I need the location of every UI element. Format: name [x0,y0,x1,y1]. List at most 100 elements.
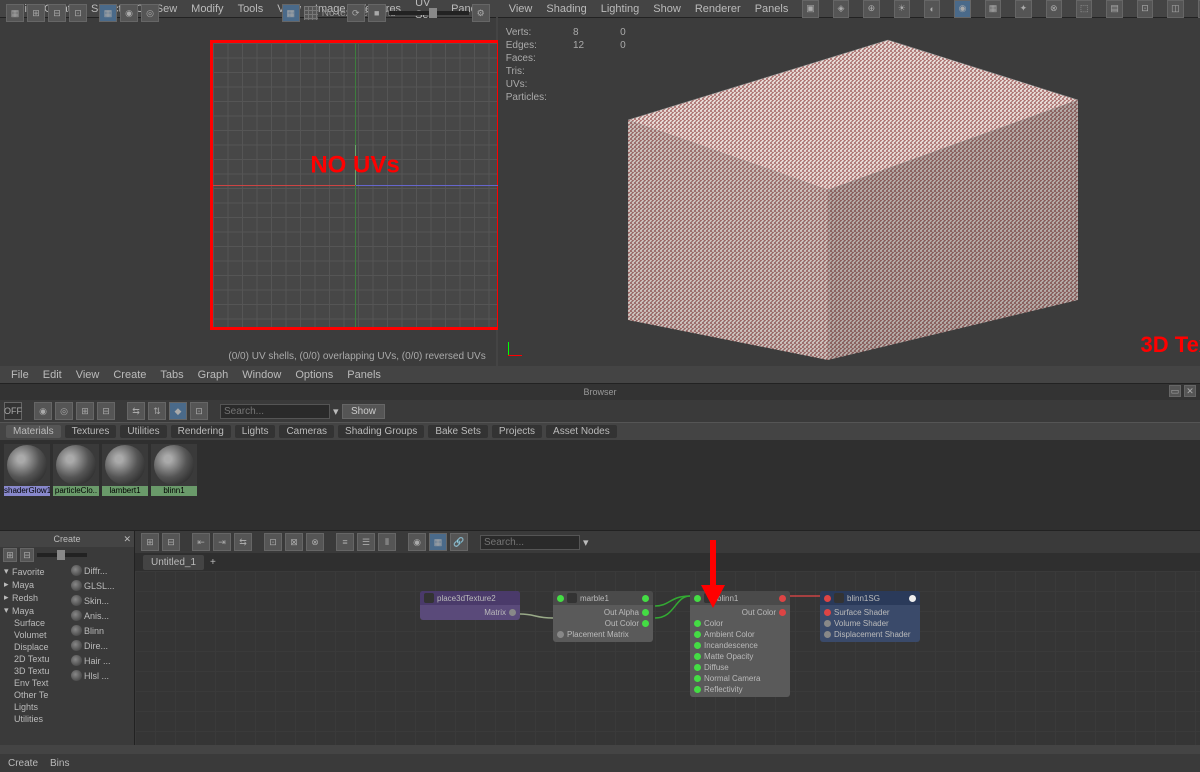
uv-tool-r1[interactable]: ⟳ [347,4,365,22]
g-ico-2[interactable]: ⊟ [162,533,180,551]
uv-tool-4[interactable]: ⊡ [69,4,87,22]
hs-ico-5[interactable]: ⇆ [127,402,145,420]
swatch-particlecloud[interactable]: particleClo.. [53,444,99,496]
hs-ico-3[interactable]: ⊞ [76,402,94,420]
uv-tool-dim[interactable]: ◉ [120,4,138,22]
hs-menu-options[interactable]: Options [295,369,333,381]
tree-lights[interactable]: Lights [12,701,67,713]
tab-textures[interactable]: Textures [65,425,117,438]
vp-ico-4[interactable]: ☀ [894,0,910,18]
vp-ico-1[interactable]: ▣ [802,0,818,18]
shader-diffr[interactable]: Diffr... [69,563,134,578]
shader-dire[interactable]: Dire... [69,638,134,653]
tab-projects[interactable]: Projects [492,425,542,438]
tab-lights[interactable]: Lights [235,425,276,438]
uv-tex-toggle[interactable]: ▦ [282,4,300,22]
vp-ico-11[interactable]: ▤ [1106,0,1122,18]
hs-menu-window[interactable]: Window [242,369,281,381]
shader-hlsl[interactable]: Hlsl ... [69,668,134,683]
vp-ico-12[interactable]: ⊡ [1137,0,1153,18]
tab-utilities[interactable]: Utilities [120,425,166,438]
vp-ico-13[interactable]: ◫ [1167,0,1183,18]
g-ico-6[interactable]: ⊡ [264,533,282,551]
tree-maya2[interactable]: ▾Maya [2,604,67,617]
menu-modify[interactable]: Modify [191,3,223,15]
footer-create[interactable]: Create [8,758,38,769]
menu-tools[interactable]: Tools [238,3,264,15]
hs-menu-panels[interactable]: Panels [347,369,381,381]
uv-gear-icon[interactable]: ⚙ [472,4,490,22]
shader-skin[interactable]: Skin... [69,593,134,608]
off-button[interactable]: OFF [4,402,22,420]
node-graph-panel[interactable]: ⊞ ⊟ ⇤ ⇥ ⇆ ⊡ ⊠ ⊗ ≡ ☰ ⫴ ◉ ▦ 🔗 ▾ Untitled_1… [135,531,1200,745]
g-ico-1[interactable]: ⊞ [141,533,159,551]
g-ico-13[interactable]: ▦ [429,533,447,551]
close-icon[interactable]: ✕ [123,531,131,547]
swatch-shaderglow[interactable]: shaderGlow1 [4,444,50,496]
tree-other[interactable]: Other Te [12,689,67,701]
tab-shadinggroups[interactable]: Shading Groups [338,425,424,438]
tab-rendering[interactable]: Rendering [171,425,231,438]
shader-hair[interactable]: Hair ... [69,653,134,668]
g-ico-11[interactable]: ⫴ [378,533,396,551]
g-ico-10[interactable]: ☰ [357,533,375,551]
hs-search-input[interactable] [220,404,330,419]
g-ico-12[interactable]: ◉ [408,533,426,551]
shader-blinn[interactable]: Blinn [69,623,134,638]
uv-tool-3[interactable]: ⊟ [48,4,66,22]
vp-ico-9[interactable]: ⊗ [1046,0,1062,18]
uv-tool-1[interactable]: ▦ [6,4,24,22]
close-icon[interactable]: ✕ [1184,385,1196,397]
swatch-lambert[interactable]: lambert1 [102,444,148,496]
vp-menu-shading[interactable]: Shading [546,3,586,15]
hs-menu-tabs[interactable]: Tabs [160,369,183,381]
vp-menu-view[interactable]: View [509,3,533,15]
viewport-cube[interactable] [578,30,1088,360]
uv-tool-cam[interactable]: ◎ [141,4,159,22]
uv-tool-2[interactable]: ⊞ [27,4,45,22]
create-tool-1[interactable]: ⊞ [3,548,17,562]
tree-maya[interactable]: ▸Maya [2,578,67,591]
hs-ico-2[interactable]: ◎ [55,402,73,420]
tab-materials[interactable]: Materials [6,425,61,438]
swatch-size-slider[interactable] [37,553,87,557]
tab-assetnodes[interactable]: Asset Nodes [546,425,617,438]
tab-bakesets[interactable]: Bake Sets [428,425,488,438]
hs-ico-6[interactable]: ⇅ [148,402,166,420]
vp-ico-2[interactable]: ◈ [833,0,849,18]
tree-volumetric[interactable]: Volumet [12,629,67,641]
tree-envtex[interactable]: Env Text [12,677,67,689]
shader-anis[interactable]: Anis... [69,608,134,623]
vp-menu-renderer[interactable]: Renderer [695,3,741,15]
graph-tab-add[interactable]: + [210,557,216,568]
vp-ico-10[interactable]: ⬚ [1076,0,1092,18]
g-ico-8[interactable]: ⊗ [306,533,324,551]
hs-menu-graph[interactable]: Graph [198,369,229,381]
vp-menu-show[interactable]: Show [653,3,681,15]
g-ico-9[interactable]: ≡ [336,533,354,551]
tab-cameras[interactable]: Cameras [279,425,334,438]
node-place3dtexture[interactable]: place3dTexture2 Matrix [420,591,520,620]
tree-favorite[interactable]: ▾Favorite [2,565,67,578]
swatch-blinn[interactable]: blinn1 [151,444,197,496]
tree-redshift[interactable]: ▸Redsh [2,591,67,604]
hs-menu-edit[interactable]: Edit [43,369,62,381]
node-blinnsg[interactable]: blinn1SG Surface Shader Volume Shader Di… [820,591,920,642]
tree-utilities[interactable]: Utilities [12,713,67,723]
hs-ico-8[interactable]: ⊡ [190,402,208,420]
vp-ico-7[interactable]: ▦ [985,0,1001,18]
uv-tool-grid[interactable]: ▦ [99,4,117,22]
g-ico-4[interactable]: ⇥ [213,533,231,551]
tree-3dtex[interactable]: 3D Textu [12,665,67,677]
hs-menu-view[interactable]: View [76,369,100,381]
vp-menu-lighting[interactable]: Lighting [601,3,640,15]
g-ico-14[interactable]: 🔗 [450,533,468,551]
create-tool-2[interactable]: ⊟ [20,548,34,562]
vp-ico-8[interactable]: ✦ [1015,0,1031,18]
hs-menu-file[interactable]: File [11,369,29,381]
tree-surface[interactable]: Surface [12,617,67,629]
node-marble[interactable]: marble1 Out Alpha Out Color Placement Ma… [553,591,653,642]
vp-ico-6[interactable]: ◉ [954,0,970,18]
uv-grid-area[interactable]: NO UVs [210,40,500,330]
vp-menu-panels[interactable]: Panels [755,3,789,15]
